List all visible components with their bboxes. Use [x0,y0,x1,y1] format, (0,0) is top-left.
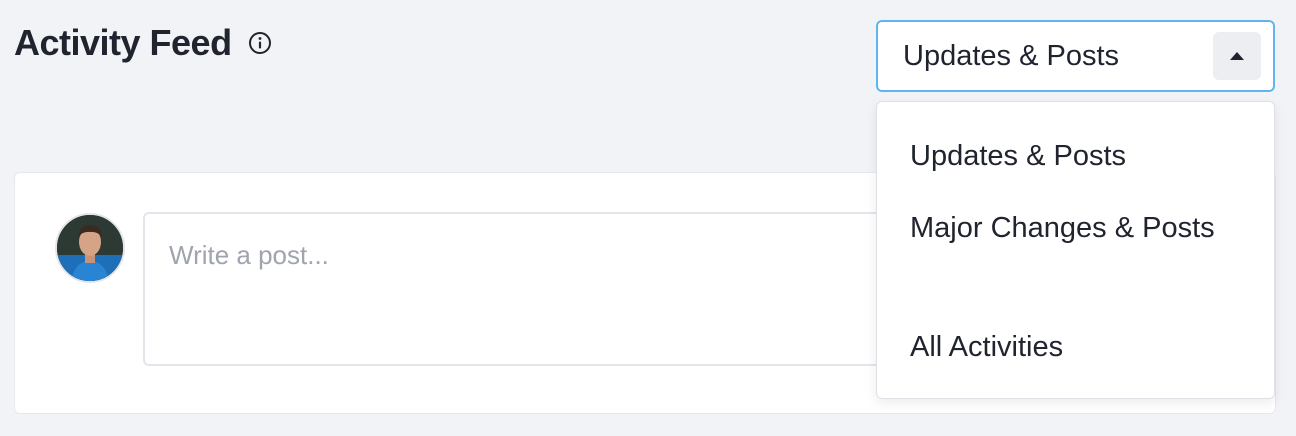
menu-item-all-activities[interactable]: All Activities [910,323,1240,371]
filter-dropdown-menu: Updates & Posts Major Changes & Posts Al… [876,101,1275,399]
activity-filter-select[interactable]: Updates & Posts [876,20,1275,92]
avatar[interactable] [55,213,125,283]
page-header: Activity Feed [14,22,272,64]
post-input[interactable]: Write a post... [143,212,903,366]
caret-up-icon [1230,52,1244,60]
info-icon[interactable] [248,31,272,55]
page-title: Activity Feed [14,22,232,63]
select-value: Updates & Posts [903,39,1119,72]
menu-item-updates-posts[interactable]: Updates & Posts [910,132,1240,180]
post-placeholder: Write a post... [169,240,329,270]
select-toggle-button[interactable] [1213,32,1261,80]
menu-item-major-changes-posts[interactable]: Major Changes & Posts [910,204,1240,252]
